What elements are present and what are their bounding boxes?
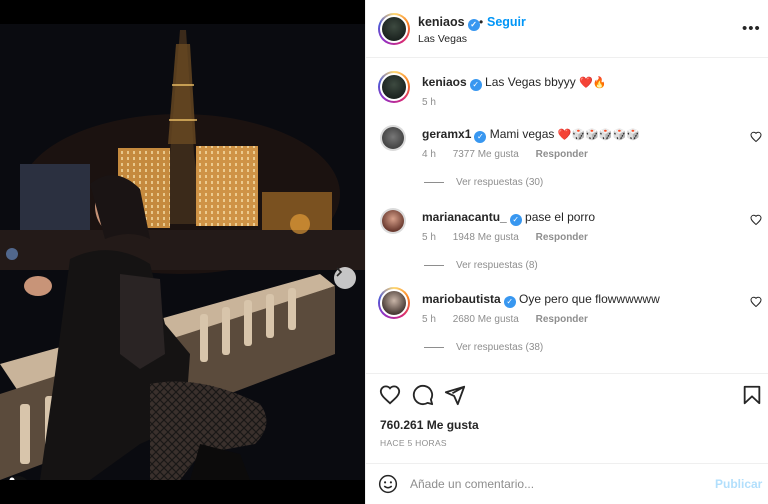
verified-badge-icon: ✓ (469, 79, 482, 91)
post-media-panel (0, 0, 365, 504)
author-username-text[interactable]: keniaos (418, 15, 465, 29)
verified-badge-icon: ✓ (467, 19, 480, 31)
comment-username[interactable]: marianacantu_ (422, 210, 507, 224)
reply-button[interactable]: Responder (536, 149, 588, 160)
reply-button[interactable]: Responder (536, 232, 588, 243)
commenter-avatar[interactable] (380, 125, 406, 151)
likes-count[interactable]: 760.261 Me gusta (380, 418, 479, 432)
separator-dot: • (479, 15, 484, 29)
post-location[interactable]: Las Vegas (418, 33, 467, 45)
send-icon[interactable] (444, 384, 466, 406)
comment-body: pase el porro (525, 210, 596, 224)
verified-badge-icon: ✓ (509, 214, 522, 226)
comment-text: mariobautista ✓ Oye pero que flowwwwww (422, 292, 660, 308)
comment-likes[interactable]: 7377 Me gusta (453, 149, 519, 160)
verified-badge-icon: ✓ (474, 131, 487, 143)
follow-button[interactable]: Seguir (487, 15, 526, 29)
comment-item: mariobautista ✓ Oye pero que flowwwwww 5 … (366, 287, 768, 357)
post-sidebar: keniaos ✓ • Seguir Las Vegas ••• keniaos ✓… (365, 0, 768, 504)
comment-text: marianacantu_ ✓ pase el porro (422, 210, 595, 226)
view-replies-button[interactable]: Ver respuestas (8) (424, 260, 538, 271)
comment-meta: 5 h 1948 Me gusta Responder (422, 232, 602, 243)
chevron-right-icon (336, 267, 343, 277)
bookmark-icon[interactable] (741, 384, 763, 406)
comment-item: marianacantu_ ✓ pase el porro 5 h 1948 Me… (366, 206, 768, 276)
comment-item: geramx1 ✓ Mami vegas ❤️🎲🎲🎲🎲🎲 4 h 7377 Me … (366, 123, 768, 193)
caption-age: 5 h (422, 97, 436, 108)
caption-emoji: ❤️🔥 (579, 76, 607, 89)
user-tag-icon (9, 477, 15, 480)
comment-likes[interactable]: 2680 Me gusta (453, 314, 519, 325)
caption-row: keniaos ✓ Las Vegas bbyyy ❤️🔥 5 h (366, 71, 768, 119)
comment-input[interactable] (410, 475, 700, 493)
caption-body: Las Vegas bbyyy (485, 75, 576, 89)
comment-meta: 4 h 7377 Me gusta Responder (422, 149, 602, 160)
photo-scene (0, 24, 365, 480)
comment-username[interactable]: geramx1 (422, 127, 471, 141)
comment-meta: 5 h 2680 Me gusta Responder (422, 314, 602, 325)
comment-username[interactable]: mariobautista (422, 292, 501, 306)
comment-body: Mami vegas (489, 127, 555, 141)
author-avatar[interactable] (378, 13, 410, 45)
comment-heart-icon[interactable] (750, 296, 762, 308)
view-replies-text[interactable]: Ver respuestas (38) (456, 342, 543, 353)
emoji-icon[interactable] (378, 474, 398, 494)
post-actions: 760.261 Me gusta HACE 5 HORAS (366, 373, 768, 463)
view-replies-button[interactable]: Ver respuestas (30) (424, 177, 543, 188)
comment-icon[interactable] (412, 384, 434, 406)
comment-composer: Publicar (366, 463, 768, 504)
post-header: keniaos ✓ • Seguir Las Vegas ••• (366, 0, 768, 58)
comment-heart-icon[interactable] (750, 131, 762, 143)
caption-username[interactable]: keniaos (422, 75, 467, 89)
replies-line (424, 264, 444, 266)
comment-age: 5 h (422, 232, 436, 243)
comment-body: Oye pero que flowwwwww (519, 292, 660, 306)
replies-line (424, 181, 444, 183)
view-replies-text[interactable]: Ver respuestas (30) (456, 177, 543, 188)
comment-emoji: ❤️🎲🎲🎲🎲🎲 (557, 128, 640, 141)
publish-button[interactable]: Publicar (715, 477, 762, 491)
replies-line (424, 346, 444, 348)
commenter-avatar[interactable] (378, 287, 410, 319)
post-photo[interactable] (0, 24, 365, 480)
comment-likes[interactable]: 1948 Me gusta (453, 232, 519, 243)
commenter-avatar[interactable] (380, 208, 406, 234)
verified-badge-icon: ✓ (503, 296, 516, 308)
caption-meta: 5 h (422, 97, 450, 108)
comments-section: keniaos ✓ Las Vegas bbyyy ❤️🔥 5 h geramx1… (366, 59, 768, 373)
view-replies-text[interactable]: Ver respuestas (8) (456, 260, 538, 271)
heart-icon[interactable] (379, 384, 401, 406)
reply-button[interactable]: Responder (536, 314, 588, 325)
more-options-icon[interactable]: ••• (742, 20, 761, 37)
comment-heart-icon[interactable] (750, 214, 762, 226)
caption-text: keniaos ✓ Las Vegas bbyyy ❤️🔥 (422, 75, 607, 91)
comment-age: 4 h (422, 149, 436, 160)
comment-text: geramx1 ✓ Mami vegas ❤️🎲🎲🎲🎲🎲 (422, 127, 640, 143)
comment-age: 5 h (422, 314, 436, 325)
carousel-next-button[interactable] (334, 267, 356, 289)
author-username[interactable]: keniaos ✓ (418, 15, 480, 31)
caption-author-avatar[interactable] (378, 71, 410, 103)
post-time-ago[interactable]: HACE 5 HORAS (380, 438, 447, 448)
view-replies-button[interactable]: Ver respuestas (38) (424, 342, 543, 353)
